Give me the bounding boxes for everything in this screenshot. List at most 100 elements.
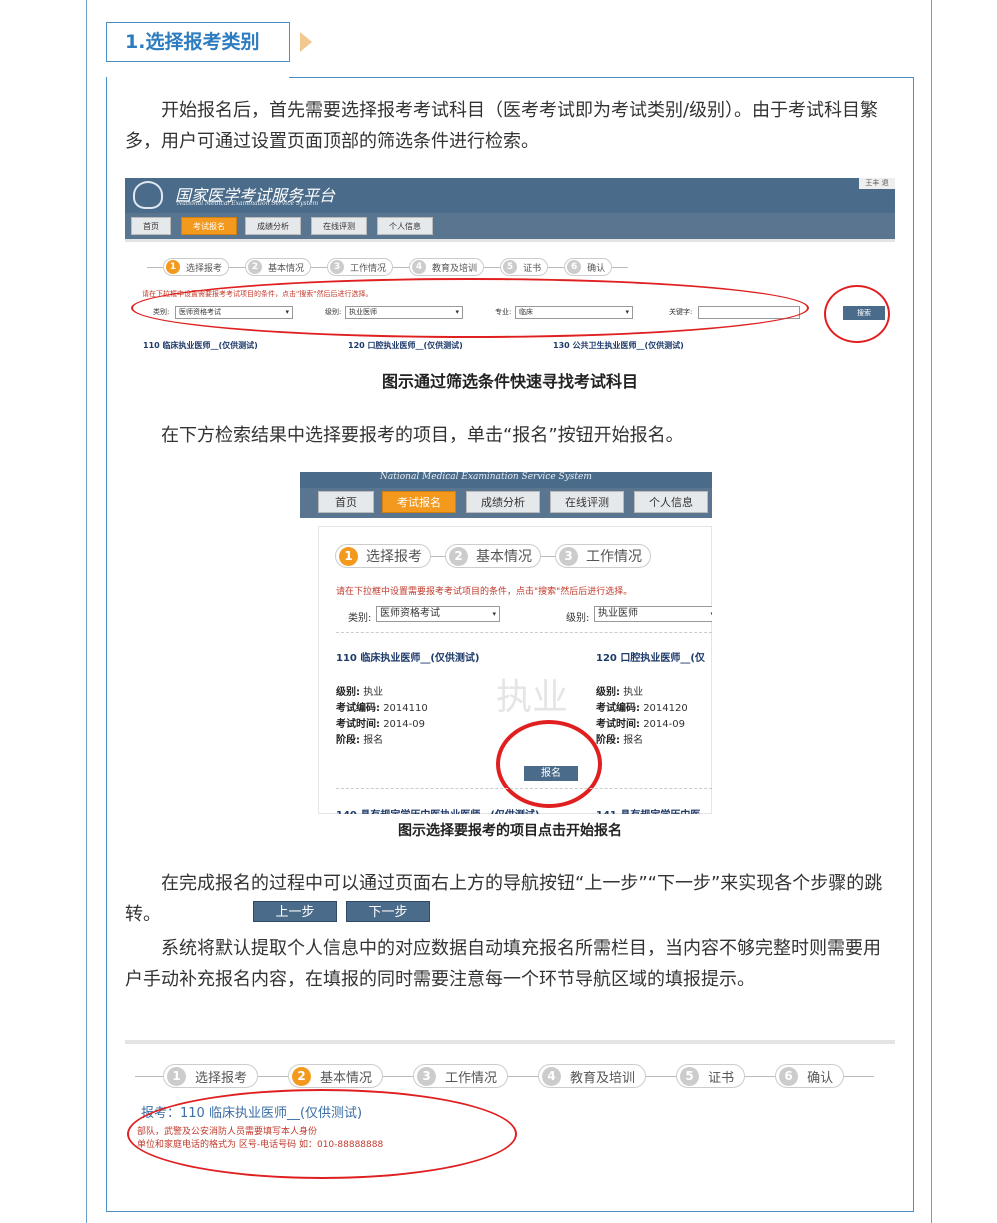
step-number: 2 <box>449 546 468 566</box>
level-select[interactable]: 执业医师 ▾ <box>594 606 712 622</box>
step-label: 证书 <box>708 1070 735 1086</box>
field-label: 考试编码: <box>596 703 640 714</box>
exam-field: 阶段: 报名 <box>336 731 383 746</box>
result-item[interactable]: 130 公共卫生执业医师__(仅供测试) <box>553 340 684 351</box>
category-label: 类别: <box>348 613 372 624</box>
step-number: 2 <box>292 1066 312 1086</box>
watermark: 执业 <box>496 677 569 718</box>
step-connector <box>646 1075 677 1077</box>
exam-field: 考试编码: 2014110 <box>336 699 428 714</box>
nav-score-analysis[interactable]: 成绩分析 <box>466 491 540 513</box>
step-number: 5 <box>680 1066 700 1086</box>
caption-2: 图示选择要报考的项目点击开始报名 <box>398 823 622 839</box>
paragraph-autofill: 系统将默认提取个人信息中的对应数据自动填充报名所需栏目，当内容不够完整时则需要用… <box>125 933 895 995</box>
step-connector <box>541 555 555 557</box>
step-2[interactable]: 2 基本情况 <box>245 258 312 276</box>
step-label: 工作情况 <box>586 549 642 565</box>
exam-card-title[interactable]: 141 具有规定学历中医 <box>596 806 700 814</box>
next-step-button[interactable]: 下一步 <box>346 901 430 922</box>
step-4[interactable]: 4 教育及培训 <box>409 258 485 276</box>
highlight-ellipse <box>131 278 809 338</box>
field-value: 2014110 <box>383 703 428 714</box>
paragraph-select: 在下方检索结果中选择要报考的项目，单击“报名”按钮开始报名。 <box>125 420 895 451</box>
emblem-icon <box>133 181 163 209</box>
step-number: 3 <box>330 260 345 274</box>
step-connector <box>431 555 445 557</box>
chevron-down-icon: ▾ <box>492 610 496 618</box>
step-number: 1 <box>167 1066 186 1086</box>
step-5[interactable]: 5 证书 <box>500 258 549 276</box>
step-6[interactable]: 6 确认 <box>564 258 613 276</box>
paragraph-text: 开始报名后，首先需要选择报考考试科目（医考考试即为考试类别/级别）。由于考试科目… <box>125 100 879 152</box>
category-select[interactable]: 医师资格考试 ▾ <box>376 606 500 622</box>
field-label: 考试时间: <box>596 719 640 730</box>
prev-step-button[interactable]: 上一步 <box>253 901 337 922</box>
step-number: 4 <box>412 260 427 274</box>
step-3[interactable]: 3 工作情况 <box>413 1064 509 1088</box>
step-1[interactable]: 1 选择报考 <box>163 258 230 276</box>
exam-card-title[interactable]: 120 口腔执业医师__(仅 <box>596 649 705 664</box>
step-3[interactable]: 3 工作情况 <box>555 544 651 568</box>
step-1[interactable]: 1 选择报考 <box>163 1064 259 1088</box>
highlight-circle <box>824 285 890 343</box>
field-value: 执业 <box>623 687 644 698</box>
step-label: 选择报考 <box>195 1070 248 1086</box>
chevron-down-icon: ▾ <box>710 607 712 621</box>
step-label: 选择报考 <box>186 263 223 274</box>
exam-field: 级别: 执业 <box>596 683 643 698</box>
field-label: 级别: <box>336 687 360 698</box>
paragraph-text: 系统将默认提取个人信息中的对应数据自动填充报名所需栏目，当内容不够完整时则需要用… <box>125 938 881 990</box>
step-2[interactable]: 2 基本情况 <box>445 544 541 568</box>
nav-exam-signup[interactable]: 考试报名 <box>181 217 237 235</box>
step-connector <box>612 266 629 268</box>
screenshot-filter: 国家医学考试服务平台 National Medical Examination … <box>125 178 895 363</box>
exam-field: 考试时间: 2014-09 <box>596 715 685 730</box>
step-number: 2 <box>248 260 263 274</box>
screenshot-basic-info: 1 选择报考 2 基本情况 3 工作情况 4 教育及培训 5 证书 6 确认 报考：110 … <box>125 1040 895 1180</box>
step-connector <box>258 1075 289 1077</box>
nav-bar: 首页 考试报名 成绩分析 在线评测 个人信息 <box>125 213 895 239</box>
nav-home[interactable]: 首页 <box>131 217 171 235</box>
user-link[interactable]: 王丰 退 <box>859 178 895 189</box>
nav-home[interactable]: 首页 <box>318 491 374 513</box>
field-value: 2014-09 <box>383 719 425 730</box>
field-label: 考试时间: <box>336 719 380 730</box>
step-label: 选择报考 <box>366 549 422 565</box>
step-connector <box>548 266 565 268</box>
step-2[interactable]: 2 基本情况 <box>288 1064 384 1088</box>
step-number: 6 <box>567 260 582 274</box>
result-item[interactable]: 120 口腔执业医师__(仅供测试) <box>348 340 463 351</box>
step-label: 基本情况 <box>320 1070 373 1086</box>
paragraph-intro: 开始报名后，首先需要选择报考考试科目（医考考试即为考试类别/级别）。由于考试科目… <box>125 95 895 157</box>
step-1[interactable]: 1 选择报考 <box>335 544 431 568</box>
step-number: 5 <box>503 260 518 274</box>
nav-online-test[interactable]: 在线评测 <box>311 217 367 235</box>
step-connector <box>383 1075 414 1077</box>
step-number: 1 <box>339 546 358 566</box>
step-connector <box>229 266 246 268</box>
step-6[interactable]: 6 确认 <box>775 1064 845 1088</box>
field-label: 阶段: <box>336 735 360 746</box>
result-item[interactable]: 110 临床执业医师__(仅供测试) <box>143 340 258 351</box>
step-label: 确认 <box>587 263 606 274</box>
exam-card-title[interactable]: 110 临床执业医师__(仅供测试) <box>336 649 480 664</box>
field-label: 阶段: <box>596 735 620 746</box>
field-value: 2014-09 <box>643 719 685 730</box>
nav-online-test[interactable]: 在线评测 <box>550 491 624 513</box>
step-5[interactable]: 5 证书 <box>676 1064 746 1088</box>
paragraph-navigation: 在完成报名的过程中可以通过页面右上方的导航按钮“上一步”“下一步”来实现各个步骤… <box>125 868 895 930</box>
nav-exam-signup[interactable]: 考试报名 <box>382 491 456 513</box>
exam-field: 考试时间: 2014-09 <box>336 715 425 730</box>
step-connector <box>393 266 410 268</box>
step-label: 基本情况 <box>476 549 532 565</box>
field-value: 2014120 <box>643 703 688 714</box>
step-4[interactable]: 4 教育及培训 <box>538 1064 647 1088</box>
highlight-circle <box>496 720 602 808</box>
nav-personal-info[interactable]: 个人信息 <box>634 491 708 513</box>
level-label: 级别: <box>566 613 590 624</box>
exam-card-title[interactable]: 140 具有规定学历中医执业医师__(仅供测试) <box>336 806 540 814</box>
nav-personal-info[interactable]: 个人信息 <box>377 217 433 235</box>
nav-score-analysis[interactable]: 成绩分析 <box>245 217 301 235</box>
step-3[interactable]: 3 工作情况 <box>327 258 394 276</box>
highlight-ellipse <box>127 1089 517 1179</box>
